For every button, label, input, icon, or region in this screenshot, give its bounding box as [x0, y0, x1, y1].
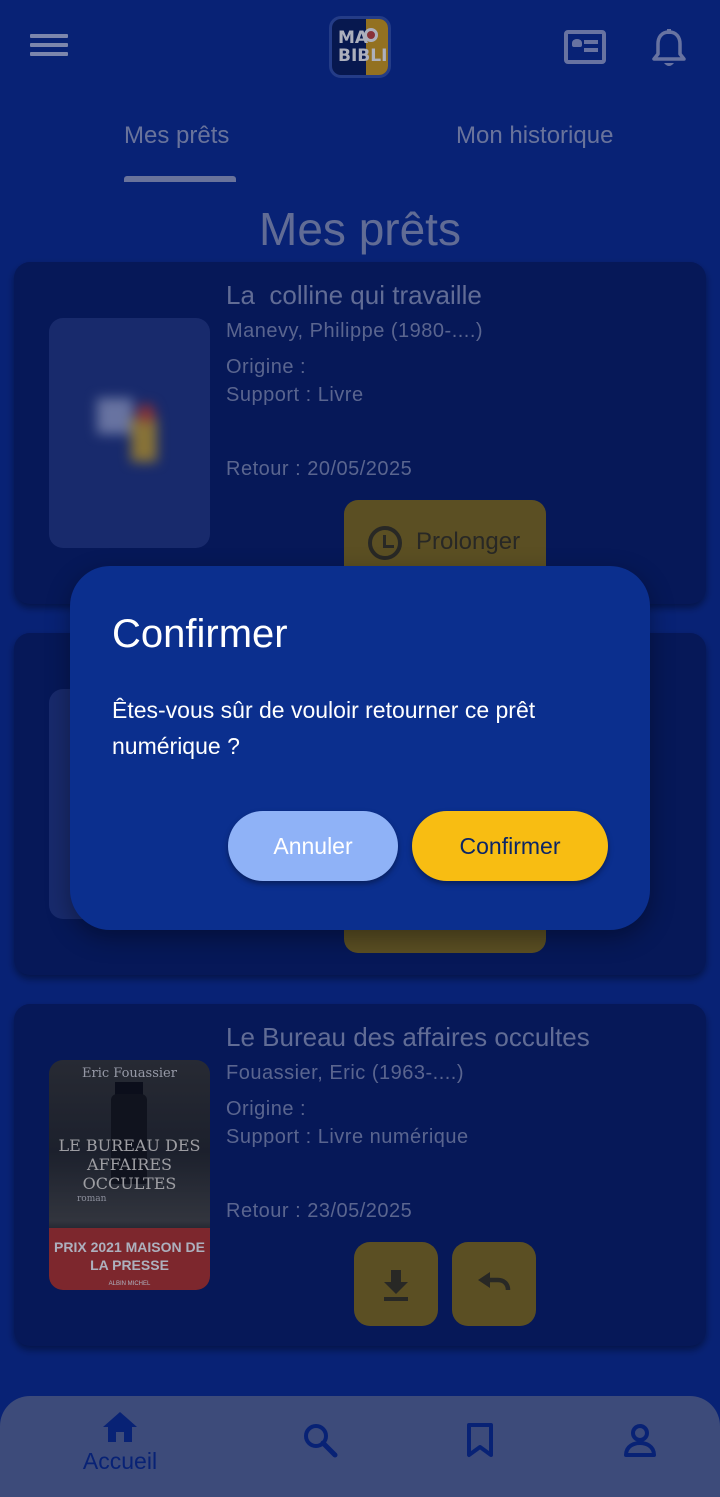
dialog-message: Êtes-vous sûr de vouloir retourner ce pr… — [112, 697, 536, 759]
confirm-button[interactable]: Confirmer — [412, 811, 608, 881]
confirm-dialog: Confirmer Êtes-vous sûr de vouloir retou… — [70, 566, 650, 930]
dialog-title: Confirmer — [112, 612, 288, 656]
cancel-button[interactable]: Annuler — [228, 811, 398, 881]
